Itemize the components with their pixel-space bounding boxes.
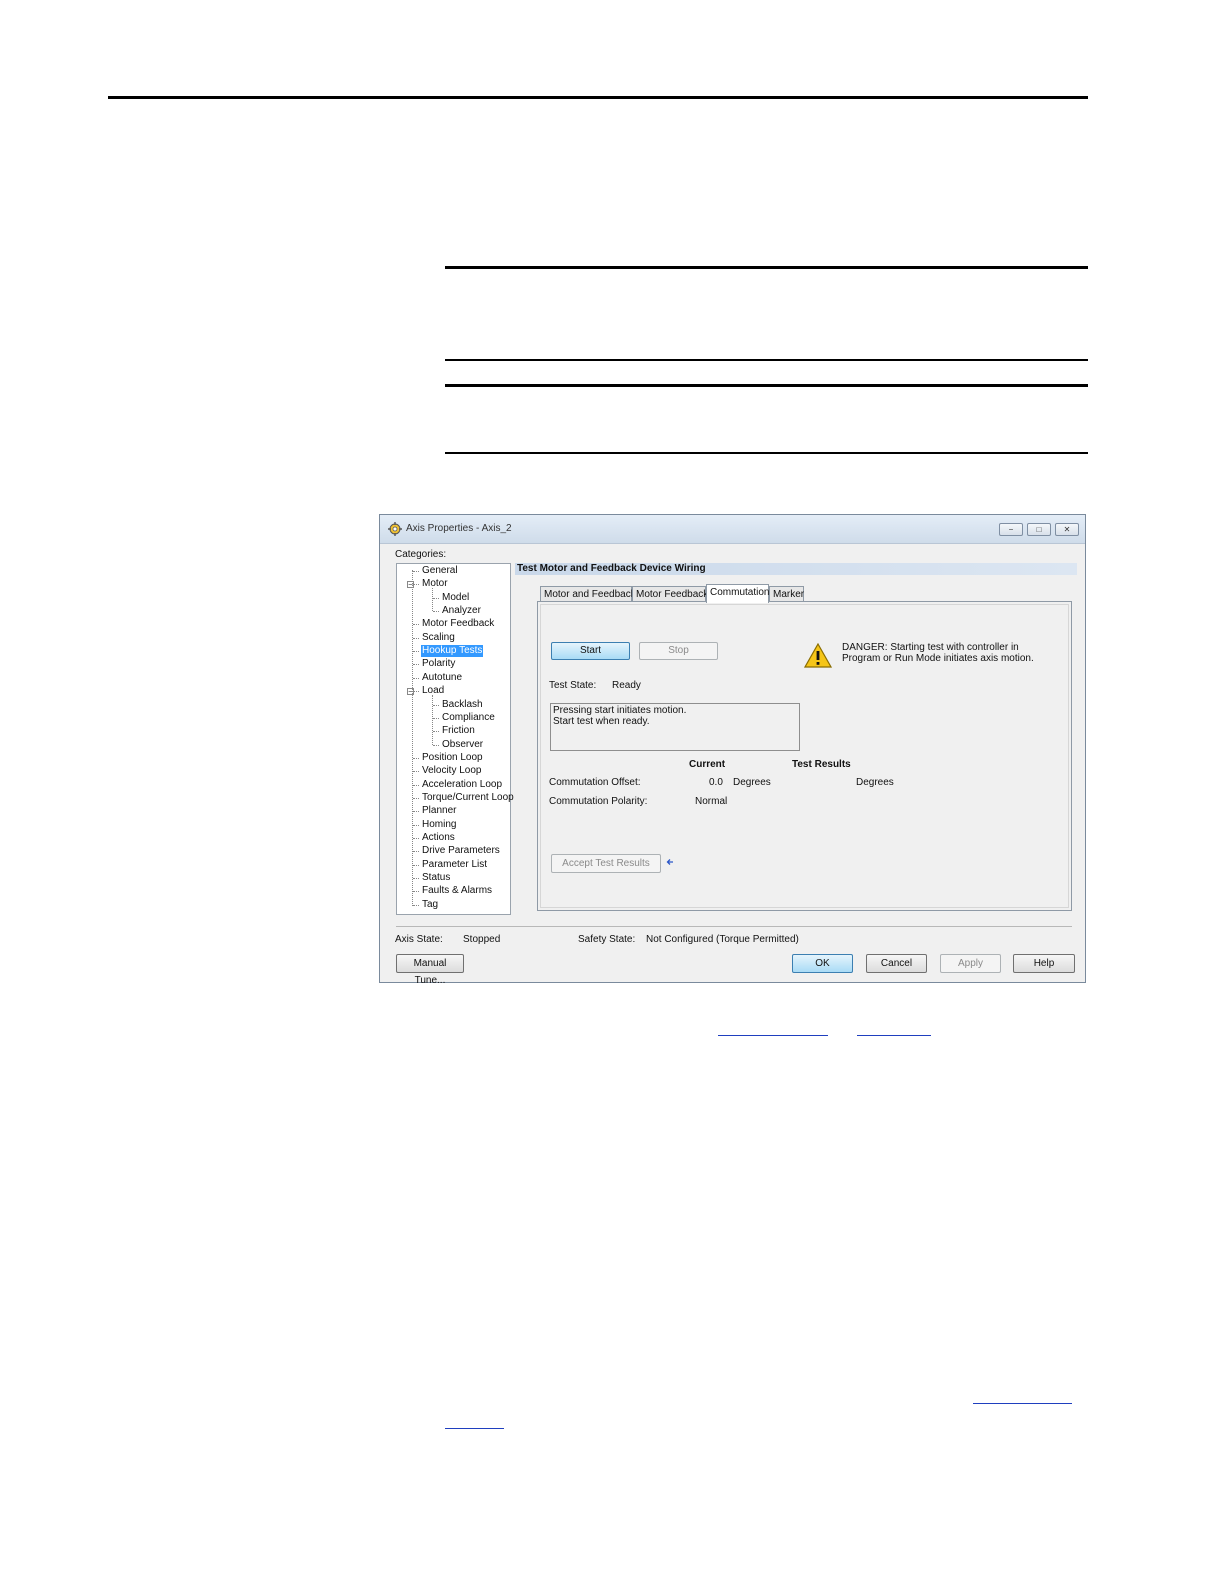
axis-gear-icon bbox=[388, 522, 402, 536]
tree-item-analyzer[interactable]: Analyzer bbox=[441, 605, 482, 617]
note2-top-rule bbox=[445, 384, 1088, 387]
commutation-polarity-label: Commutation Polarity: bbox=[549, 796, 648, 807]
test-state-value: Ready bbox=[612, 680, 641, 691]
tree-item-tag[interactable]: Tag bbox=[421, 899, 439, 911]
warning-icon bbox=[804, 643, 832, 668]
link-underline-1[interactable] bbox=[718, 1035, 828, 1036]
tree-item-torque-current-loop[interactable]: Torque/Current Loop bbox=[421, 792, 515, 804]
title-bar: Axis Properties - Axis_2 − □ ✕ bbox=[380, 515, 1085, 544]
link-underline-4[interactable] bbox=[445, 1428, 504, 1429]
stop-button[interactable]: Stop bbox=[639, 642, 718, 660]
tree-item-position-loop[interactable]: Position Loop bbox=[421, 752, 484, 764]
axis-state-label: Axis State: bbox=[395, 934, 443, 945]
tree-item-drive-parameters[interactable]: Drive Parameters bbox=[421, 845, 501, 857]
commutation-offset-result-unit: Degrees bbox=[856, 777, 894, 788]
tab-motor-feedback[interactable]: Motor Feedback bbox=[632, 586, 708, 602]
tree-item-faults-alarms[interactable]: Faults & Alarms bbox=[421, 885, 493, 897]
commutation-offset-label: Commutation Offset: bbox=[549, 777, 641, 788]
categories-tree[interactable]: General Motor − Model Analyzer Motor Feedback… bbox=[396, 563, 514, 915]
tree-item-friction[interactable]: Friction bbox=[441, 725, 476, 737]
minimize-button[interactable]: − bbox=[999, 523, 1023, 536]
tree-item-observer[interactable]: Observer bbox=[441, 739, 484, 751]
tree-item-compliance[interactable]: Compliance bbox=[441, 712, 496, 724]
message-line-1: Pressing start initiates motion. bbox=[553, 705, 687, 716]
tree-item-homing[interactable]: Homing bbox=[421, 819, 457, 831]
axis-state-value: Stopped bbox=[463, 934, 501, 945]
tab-commutation[interactable]: Commutation bbox=[706, 584, 769, 603]
apply-button[interactable]: Apply bbox=[940, 954, 1001, 973]
note-top-rule bbox=[445, 266, 1088, 269]
test-state-label: Test State: bbox=[549, 680, 597, 691]
safety-state-value: Not Configured (Torque Permitted) bbox=[646, 934, 799, 945]
back-arrow-icon bbox=[666, 859, 673, 865]
start-button[interactable]: Start bbox=[551, 642, 630, 660]
tree-item-motor[interactable]: Motor bbox=[421, 578, 449, 590]
tree-item-hookup-tests[interactable]: Hookup Tests bbox=[421, 645, 484, 658]
footer-separator bbox=[396, 926, 1072, 927]
tree-item-status[interactable]: Status bbox=[421, 872, 451, 884]
test-results-header: Test Results bbox=[792, 759, 851, 770]
message-line-2: Start test when ready. bbox=[553, 716, 650, 727]
current-header: Current bbox=[689, 759, 726, 770]
axis-properties-dialog: Axis Properties - Axis_2 − □ ✕ Categorie… bbox=[379, 514, 1086, 986]
tree-item-planner[interactable]: Planner bbox=[421, 805, 457, 817]
commutation-offset-current: 0.0 bbox=[709, 777, 723, 788]
close-button[interactable]: ✕ bbox=[1055, 523, 1079, 536]
tab-marker[interactable]: Marker bbox=[769, 586, 804, 602]
ok-button[interactable]: OK bbox=[792, 954, 853, 973]
tree-item-load[interactable]: Load bbox=[421, 685, 445, 697]
link-underline-2[interactable] bbox=[857, 1035, 931, 1036]
tree-item-model[interactable]: Model bbox=[441, 592, 470, 604]
categories-label: Categories: bbox=[395, 549, 447, 560]
tree-item-acceleration-loop[interactable]: Acceleration Loop bbox=[421, 779, 503, 791]
tree-item-backlash[interactable]: Backlash bbox=[441, 699, 484, 711]
cancel-button[interactable]: Cancel bbox=[866, 954, 927, 973]
test-message-box: Pressing start initiates motion. Start t… bbox=[550, 703, 800, 751]
danger-line-1: DANGER: Starting test with controller in bbox=[842, 642, 1019, 653]
tree-item-autotune[interactable]: Autotune bbox=[421, 672, 463, 684]
commutation-polarity-current: Normal bbox=[695, 796, 728, 807]
link-underline-3[interactable] bbox=[973, 1403, 1072, 1404]
tab-motor-and-feedback[interactable]: Motor and Feedback bbox=[540, 586, 636, 602]
safety-state-label: Safety State: bbox=[578, 934, 636, 945]
commutation-offset-unit: Degrees bbox=[733, 777, 771, 788]
page-top-rule bbox=[108, 96, 1088, 99]
tree-item-general[interactable]: General bbox=[421, 565, 459, 577]
section-title: Test Motor and Feedback Device Wiring bbox=[515, 563, 1077, 575]
manual-tune-button[interactable]: Manual Tune... bbox=[396, 954, 464, 986]
maximize-button[interactable]: □ bbox=[1027, 523, 1051, 536]
help-button[interactable]: Help bbox=[1013, 954, 1075, 973]
tree-item-actions[interactable]: Actions bbox=[421, 832, 456, 844]
window-title: Axis Properties - Axis_2 bbox=[406, 523, 512, 534]
tree-item-velocity-loop[interactable]: Velocity Loop bbox=[421, 765, 483, 777]
tree-item-polarity[interactable]: Polarity bbox=[421, 658, 456, 670]
tree-item-parameter-list[interactable]: Parameter List bbox=[421, 859, 488, 871]
tree-item-scaling[interactable]: Scaling bbox=[421, 632, 456, 644]
danger-line-2: Program or Run Mode initiates axis motio… bbox=[842, 653, 1034, 664]
accept-test-results-button[interactable]: Accept Test Results bbox=[551, 854, 661, 873]
note2-bottom-rule bbox=[445, 452, 1088, 454]
tree-item-motor-feedback[interactable]: Motor Feedback bbox=[421, 618, 495, 630]
note-bottom-rule bbox=[445, 359, 1088, 361]
